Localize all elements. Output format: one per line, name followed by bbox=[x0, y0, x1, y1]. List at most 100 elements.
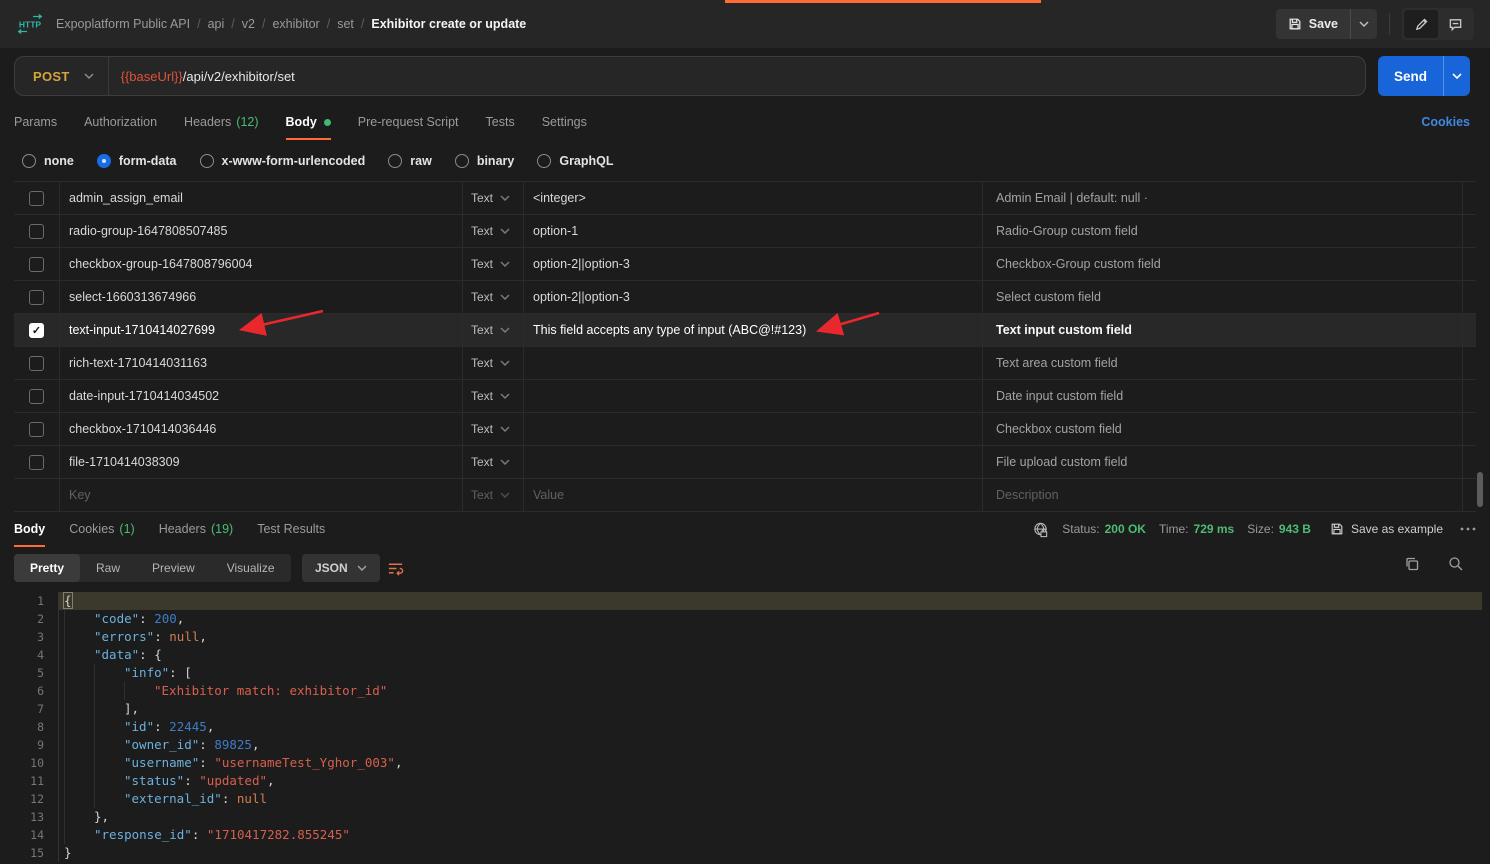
response-tab-cookies[interactable]: Cookies(1) bbox=[69, 511, 134, 547]
key-cell[interactable]: Key bbox=[59, 479, 462, 511]
key-cell[interactable]: date-input-1710414034502 bbox=[59, 380, 462, 412]
tab-count-badge: (19) bbox=[211, 522, 233, 536]
tab-body[interactable]: Body bbox=[286, 104, 331, 140]
breadcrumb-item[interactable]: api bbox=[208, 17, 225, 31]
type-select[interactable]: Text bbox=[462, 215, 523, 247]
description-cell[interactable]: Description bbox=[982, 479, 1462, 511]
save-dropdown-button[interactable] bbox=[1351, 9, 1377, 39]
key-cell[interactable]: checkbox-group-1647808796004 bbox=[59, 248, 462, 280]
status-badge[interactable]: Status: 200 OK bbox=[1062, 522, 1146, 536]
response-tab-body[interactable]: Body bbox=[14, 511, 45, 547]
breadcrumb-item[interactable]: exhibitor bbox=[272, 17, 319, 31]
wrap-lines-button[interactable] bbox=[382, 556, 408, 580]
row-checkbox[interactable] bbox=[29, 422, 44, 437]
tab-headers[interactable]: Headers(12) bbox=[184, 104, 258, 140]
copy-response-button[interactable] bbox=[1404, 556, 1420, 572]
row-checkbox[interactable]: ✓ bbox=[29, 323, 44, 338]
description-cell[interactable]: Checkbox-Group custom field bbox=[982, 248, 1462, 280]
body-mode-x-www-form-urlencoded[interactable]: x-www-form-urlencoded bbox=[200, 154, 366, 168]
value-cell[interactable]: option-2||option-3 bbox=[523, 281, 982, 313]
description-cell[interactable]: Date input custom field bbox=[982, 380, 1462, 412]
breadcrumb-item[interactable]: set bbox=[337, 17, 354, 31]
key-cell[interactable]: rich-text-1710414031163 bbox=[59, 347, 462, 379]
value-cell[interactable] bbox=[523, 446, 982, 478]
save-button[interactable]: Save bbox=[1276, 9, 1350, 39]
type-select[interactable]: Text bbox=[462, 248, 523, 280]
response-tab-test-results[interactable]: Test Results bbox=[257, 511, 325, 547]
description-cell[interactable]: Radio-Group custom field bbox=[982, 215, 1462, 247]
response-body-viewer[interactable]: 1{2"code": 200,3"errors": null,4"data": … bbox=[0, 588, 1490, 864]
key-cell[interactable]: text-input-1710414027699 bbox=[59, 314, 462, 346]
row-checkbox[interactable] bbox=[29, 356, 44, 371]
type-select[interactable]: Text bbox=[462, 182, 523, 214]
body-mode-binary[interactable]: binary bbox=[455, 154, 515, 168]
description-cell[interactable]: Text input custom field bbox=[982, 314, 1462, 346]
globe-lock-icon[interactable] bbox=[1032, 521, 1049, 538]
tab-authorization[interactable]: Authorization bbox=[84, 104, 157, 140]
key-cell[interactable]: admin_assign_email bbox=[59, 182, 462, 214]
row-checkbox[interactable] bbox=[29, 389, 44, 404]
value-cell[interactable]: option-2||option-3 bbox=[523, 248, 982, 280]
view-tab-pretty[interactable]: Pretty bbox=[14, 554, 80, 582]
body-mode-graphql[interactable]: GraphQL bbox=[537, 154, 613, 168]
row-checkbox[interactable] bbox=[29, 257, 44, 272]
breadcrumb-item[interactable]: Expoplatform Public API bbox=[56, 17, 190, 31]
row-checkbox[interactable] bbox=[29, 455, 44, 470]
view-tab-visualize[interactable]: Visualize bbox=[211, 554, 291, 582]
response-tab-headers[interactable]: Headers(19) bbox=[159, 511, 233, 547]
method-dropdown-chevron-icon[interactable] bbox=[84, 73, 108, 79]
tab-tests[interactable]: Tests bbox=[486, 104, 515, 140]
value-cell[interactable] bbox=[523, 347, 982, 379]
description-cell[interactable]: Admin Email | default: null · bbox=[982, 182, 1462, 214]
type-select[interactable]: Text bbox=[462, 446, 523, 478]
more-options-button[interactable] bbox=[1460, 527, 1476, 531]
type-select[interactable]: Text bbox=[462, 479, 523, 511]
search-response-button[interactable] bbox=[1448, 556, 1464, 572]
vertical-scrollbar-thumb[interactable] bbox=[1477, 472, 1483, 507]
size-badge[interactable]: Size: 943 B bbox=[1247, 522, 1311, 536]
format-select[interactable]: JSON bbox=[302, 554, 380, 582]
value-cell[interactable]: This field accepts any type of input (AB… bbox=[523, 314, 982, 346]
value-cell[interactable]: option-1 bbox=[523, 215, 982, 247]
description-cell[interactable]: Checkbox custom field bbox=[982, 413, 1462, 445]
tab-pre-request-script[interactable]: Pre-request Script bbox=[358, 104, 459, 140]
time-badge[interactable]: Time: 729 ms bbox=[1159, 522, 1234, 536]
body-mode-form-data[interactable]: form-data bbox=[97, 154, 177, 168]
value-cell[interactable]: Value bbox=[523, 479, 982, 511]
value-cell[interactable] bbox=[523, 413, 982, 445]
send-button[interactable]: Send bbox=[1378, 69, 1443, 84]
body-mode-raw[interactable]: raw bbox=[388, 154, 432, 168]
key-cell[interactable]: radio-group-1647808507485 bbox=[59, 215, 462, 247]
breadcrumb-item[interactable]: v2 bbox=[242, 17, 255, 31]
key-cell[interactable]: file-1710414038309 bbox=[59, 446, 462, 478]
description-cell[interactable]: File upload custom field bbox=[982, 446, 1462, 478]
body-mode-none[interactable]: none bbox=[22, 154, 74, 168]
row-checkbox[interactable] bbox=[29, 191, 44, 206]
comments-button[interactable] bbox=[1438, 10, 1472, 38]
description-cell[interactable]: Select custom field bbox=[982, 281, 1462, 313]
url-input[interactable]: {{baseUrl}}/api/v2/exhibitor/set bbox=[109, 69, 295, 84]
save-as-example-button[interactable]: Save as example bbox=[1330, 522, 1443, 536]
type-select[interactable]: Text bbox=[462, 347, 523, 379]
value-cell[interactable]: <integer> bbox=[523, 182, 982, 214]
view-tab-preview[interactable]: Preview bbox=[136, 554, 211, 582]
method-select[interactable]: POST bbox=[15, 69, 84, 84]
row-checkbox[interactable] bbox=[29, 224, 44, 239]
edit-request-button[interactable] bbox=[1404, 10, 1438, 38]
cookies-link[interactable]: Cookies bbox=[1421, 104, 1470, 140]
save-button-label: Save bbox=[1309, 17, 1338, 31]
type-select[interactable]: Text bbox=[462, 380, 523, 412]
type-select[interactable]: Text bbox=[462, 314, 523, 346]
tab-params[interactable]: Params bbox=[14, 104, 57, 140]
key-cell[interactable]: checkbox-1710414036446 bbox=[59, 413, 462, 445]
key-cell[interactable]: select-1660313674966 bbox=[59, 281, 462, 313]
description-cell[interactable]: Text area custom field bbox=[982, 347, 1462, 379]
breadcrumb-separator: / bbox=[327, 17, 330, 31]
tab-settings[interactable]: Settings bbox=[542, 104, 587, 140]
type-select[interactable]: Text bbox=[462, 281, 523, 313]
type-select[interactable]: Text bbox=[462, 413, 523, 445]
view-tab-raw[interactable]: Raw bbox=[80, 554, 136, 582]
send-dropdown-button[interactable] bbox=[1444, 73, 1470, 79]
row-checkbox[interactable] bbox=[29, 290, 44, 305]
value-cell[interactable] bbox=[523, 380, 982, 412]
